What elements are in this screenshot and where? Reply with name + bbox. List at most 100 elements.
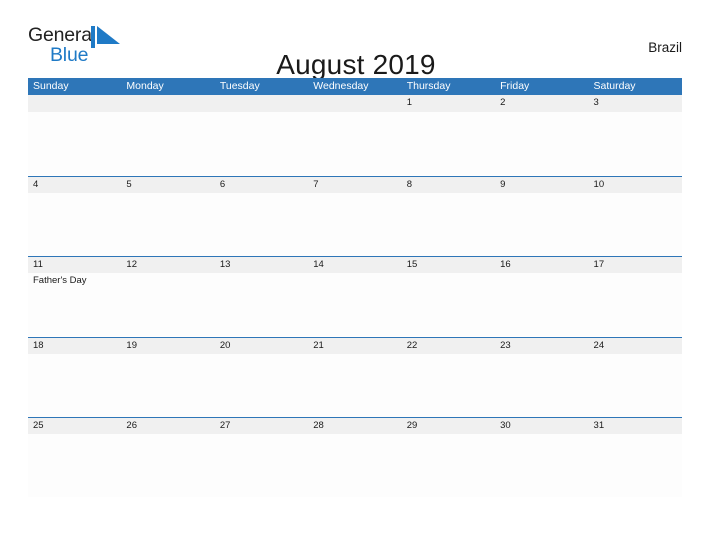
day-number[interactable]: 28	[308, 418, 401, 434]
day-number[interactable]: 16	[495, 257, 588, 273]
day-cell[interactable]	[28, 354, 121, 417]
day-number[interactable]: 5	[121, 177, 214, 193]
weekday-header-monday: Monday	[126, 80, 164, 92]
weekday-header-tuesday: Tuesday	[219, 80, 260, 92]
day-cell[interactable]	[121, 273, 214, 336]
day-cell[interactable]	[308, 112, 401, 175]
day-number[interactable]	[28, 95, 121, 112]
day-number[interactable]: 26	[121, 418, 214, 434]
day-number[interactable]: 9	[495, 177, 588, 193]
day-cell[interactable]	[495, 193, 588, 256]
day-cell[interactable]	[589, 273, 682, 336]
day-cell[interactable]	[215, 273, 308, 336]
week-event-band: Father's Day	[28, 273, 682, 336]
day-cell[interactable]	[495, 112, 588, 175]
day-cell[interactable]	[121, 112, 214, 175]
day-number[interactable]: 29	[402, 418, 495, 434]
day-number[interactable]: 3	[589, 95, 682, 112]
day-cell[interactable]	[495, 434, 588, 497]
day-cell[interactable]	[121, 434, 214, 497]
day-number[interactable]: 23	[495, 338, 588, 354]
day-number[interactable]: 8	[402, 177, 495, 193]
day-number[interactable]: 19	[121, 338, 214, 354]
calendar-week-row: 25 26 27 28 29 30 31	[28, 417, 682, 498]
region-label: Brazil	[648, 39, 682, 55]
weekday-header-saturday: Saturday	[593, 80, 636, 92]
day-number[interactable]	[215, 95, 308, 112]
day-cell[interactable]	[402, 112, 495, 175]
day-cell[interactable]	[402, 354, 495, 417]
day-number[interactable]: 21	[308, 338, 401, 354]
day-event-label: Father's Day	[33, 275, 87, 286]
day-number[interactable]: 17	[589, 257, 682, 273]
day-cell[interactable]	[308, 354, 401, 417]
day-number[interactable]: 10	[589, 177, 682, 193]
day-number[interactable]	[121, 95, 214, 112]
calendar-grid: Sunday Monday Tuesday Wednesday Thursday…	[28, 78, 682, 498]
triangle-flag-icon	[91, 26, 121, 48]
day-number[interactable]: 25	[28, 418, 121, 434]
day-number[interactable]: 12	[121, 257, 214, 273]
week-date-band: 11 12 13 14 15 16 17	[28, 256, 682, 273]
day-number[interactable]: 7	[308, 177, 401, 193]
week-event-band	[28, 434, 682, 497]
logo-text-blue: Blue	[50, 44, 89, 66]
day-cell[interactable]	[121, 354, 214, 417]
day-cell[interactable]	[121, 193, 214, 256]
day-cell[interactable]	[215, 193, 308, 256]
day-cell[interactable]	[402, 273, 495, 336]
day-number[interactable]: 15	[402, 257, 495, 273]
calendar-week-row: 18 19 20 21 22 23 24	[28, 336, 682, 418]
day-number[interactable]: 4	[28, 177, 121, 193]
week-event-band	[28, 353, 682, 417]
week-date-band: 1 2 3	[28, 95, 682, 112]
day-cell[interactable]	[589, 354, 682, 417]
calendar-week-row: 1 2 3	[28, 95, 682, 176]
day-number[interactable]: 18	[28, 338, 121, 354]
general-blue-logo[interactable]: General Blue	[28, 24, 120, 70]
day-number[interactable]: 14	[308, 257, 401, 273]
day-cell[interactable]	[215, 354, 308, 417]
day-cell[interactable]	[495, 273, 588, 336]
day-number[interactable]	[308, 95, 401, 112]
logo-text-general: General	[28, 24, 96, 46]
week-event-band	[28, 192, 682, 256]
week-event-band	[28, 112, 682, 175]
day-cell[interactable]	[215, 112, 308, 175]
day-cell[interactable]	[308, 434, 401, 497]
day-cell[interactable]	[495, 354, 588, 417]
day-cell[interactable]	[589, 434, 682, 497]
day-number[interactable]: 2	[495, 95, 588, 112]
weekday-header-row: Sunday Monday Tuesday Wednesday Thursday…	[28, 78, 682, 95]
day-number[interactable]: 27	[215, 418, 308, 434]
day-number[interactable]: 31	[589, 418, 682, 434]
calendar-week-row: 11 12 13 14 15 16 17 Father's Day	[28, 256, 682, 337]
page-header: General Blue August 2019 Brazil	[28, 22, 684, 79]
day-number[interactable]: 11	[28, 257, 121, 273]
day-cell[interactable]	[308, 273, 401, 336]
week-date-band: 25 26 27 28 29 30 31	[28, 417, 682, 434]
day-number[interactable]: 24	[589, 338, 682, 354]
day-cell[interactable]	[589, 112, 682, 175]
day-number[interactable]: 1	[402, 95, 495, 112]
calendar-page: General Blue August 2019 Brazil Sunday M…	[0, 0, 712, 550]
day-cell[interactable]	[215, 434, 308, 497]
day-cell[interactable]	[28, 434, 121, 497]
day-cell[interactable]	[28, 193, 121, 256]
day-cell[interactable]	[402, 193, 495, 256]
day-cell[interactable]	[402, 434, 495, 497]
weekday-header-sunday: Sunday	[33, 80, 69, 92]
day-number[interactable]: 22	[402, 338, 495, 354]
page-title: August 2019	[276, 48, 436, 80]
day-cell[interactable]	[28, 112, 121, 175]
day-cell[interactable]: Father's Day	[28, 273, 121, 336]
week-date-band: 18 19 20 21 22 23 24	[28, 336, 682, 354]
day-number[interactable]: 20	[215, 338, 308, 354]
day-number[interactable]: 13	[215, 257, 308, 273]
day-number[interactable]: 6	[215, 177, 308, 193]
day-cell[interactable]	[589, 193, 682, 256]
weekday-header-wednesday: Wednesday	[313, 80, 369, 92]
weekday-header-thursday: Thursday	[406, 80, 451, 92]
day-cell[interactable]	[308, 193, 401, 256]
day-number[interactable]: 30	[495, 418, 588, 434]
